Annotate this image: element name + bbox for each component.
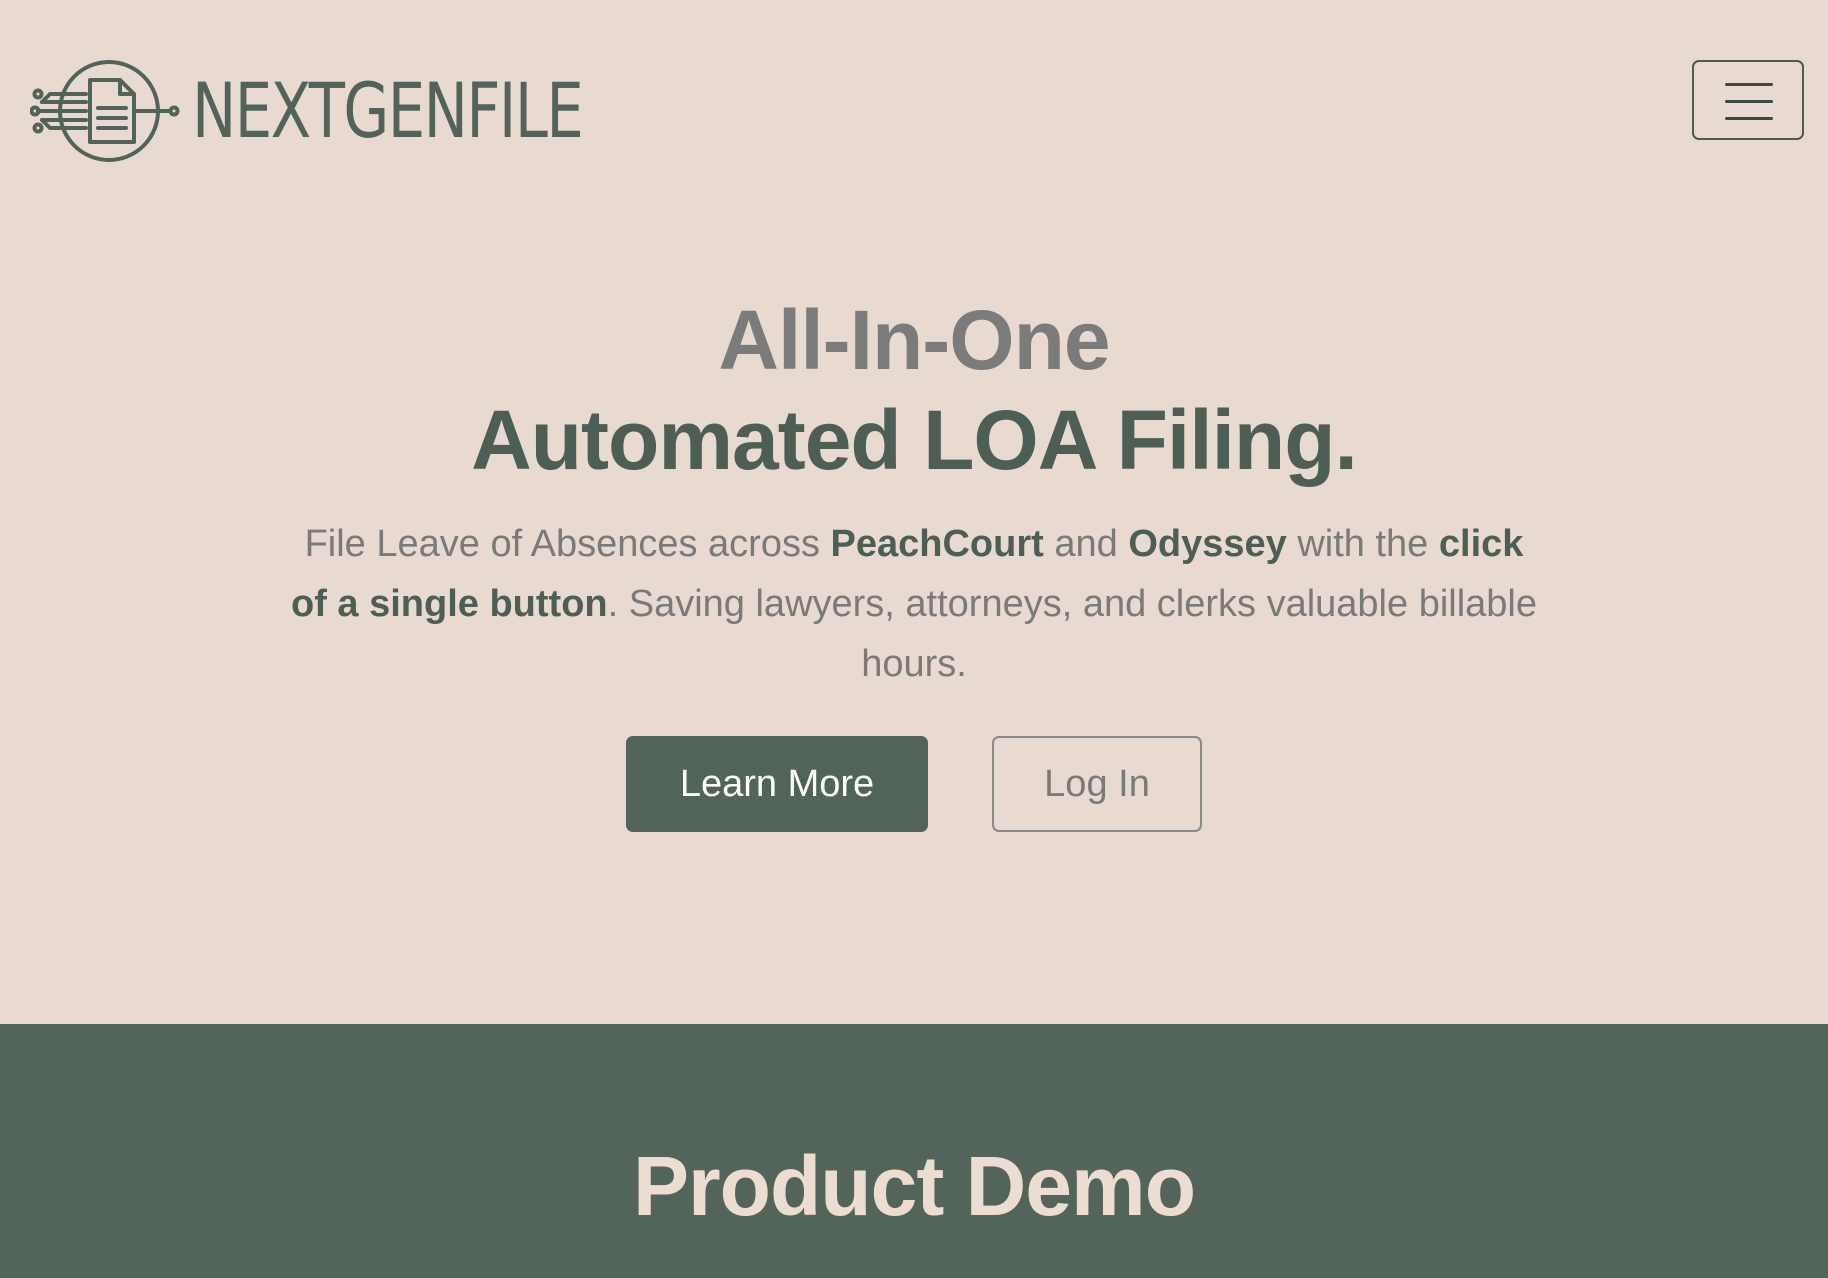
subtitle-text: File Leave of Absences across [304, 523, 831, 565]
hamburger-menu-icon [1725, 83, 1773, 86]
product-demo-section: Product Demo [0, 1024, 1828, 1278]
brand-logo[interactable]: NEXTGENFILE [30, 56, 692, 166]
document-circuit-icon [30, 60, 180, 162]
hamburger-menu-bar [1725, 117, 1773, 120]
site-header: NEXTGENFILE [0, 0, 1828, 200]
login-button[interactable]: Log In [992, 736, 1202, 832]
hero-subtitle: File Leave of Absences across PeachCourt… [284, 514, 1544, 694]
cta-buttons: Learn More Log In [0, 736, 1828, 832]
subtitle-peachcourt: PeachCourt [830, 523, 1044, 565]
subtitle-text: and [1043, 523, 1129, 565]
subtitle-odyssey: Odyssey [1128, 523, 1287, 565]
hamburger-menu-bar [1725, 100, 1773, 103]
hero-section: All-In-One Automated LOA Filing. File Le… [0, 290, 1828, 694]
subtitle-text: with the [1286, 523, 1439, 565]
hamburger-menu-button[interactable] [1692, 60, 1804, 140]
product-demo-title: Product Demo [632, 1139, 1196, 1233]
brand-name: NEXTGENFILE [192, 66, 584, 155]
hero-title-line2: Automated LOA Filing. [471, 393, 1358, 487]
hero-title-line1: All-In-One [718, 293, 1110, 387]
learn-more-button[interactable]: Learn More [626, 736, 928, 832]
subtitle-text: . Saving lawyers, attorneys, and clerks … [607, 583, 1537, 685]
page: NEXTGENFILE All-In-One Automated LOA Fil… [0, 0, 1828, 1278]
